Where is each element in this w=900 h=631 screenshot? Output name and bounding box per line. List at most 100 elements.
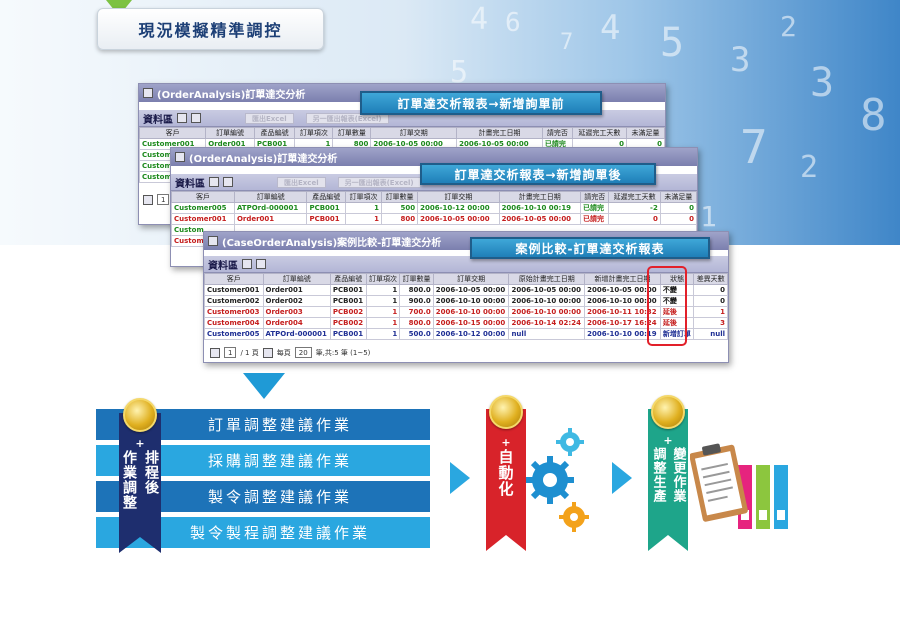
cell: 2006-10-10 00:00 <box>508 295 586 307</box>
cell: 1 <box>365 317 401 329</box>
expand-icon[interactable] <box>177 113 187 123</box>
col-header[interactable]: 訂單交期 <box>417 191 500 203</box>
col-header[interactable]: 計畫完工日期 <box>498 191 582 203</box>
cell: ATPOrd-000001 <box>262 328 331 340</box>
cell: 2006-10-12 00:00 <box>432 328 510 340</box>
cell: 700.0 <box>399 306 434 318</box>
cell: PCB002 <box>329 306 367 318</box>
cell: Order004 <box>262 317 331 329</box>
col-header[interactable]: 訂單項次 <box>294 127 334 139</box>
col-header[interactable]: 延遲完工天數 <box>608 191 661 203</box>
table-row[interactable]: Customer001 Order001 PCB001 1 800 2006-1… <box>171 213 697 225</box>
col-header[interactable]: 原始計畫完工日期 <box>508 273 586 285</box>
decor-digit: 6 <box>505 8 521 38</box>
collapse-icon[interactable] <box>256 259 266 269</box>
window-title: (OrderAnalysis)訂單達交分析 <box>157 89 306 101</box>
col-header[interactable]: 差異天數 <box>693 273 728 285</box>
col-header[interactable]: 訂單編號 <box>205 127 255 139</box>
cell: 2006-10-05 00:00 <box>498 213 582 225</box>
cell: 2006-10-10 00:00 <box>508 306 586 318</box>
cell: PCB001 <box>306 202 346 214</box>
decor-digit: 3 <box>730 40 751 80</box>
col-header[interactable]: 請完否 <box>580 191 610 203</box>
section-label: 資料區 <box>175 178 205 190</box>
col-header[interactable]: 訂單項次 <box>365 273 401 285</box>
cell: 0 <box>693 284 728 296</box>
pager-first-icon[interactable] <box>210 347 220 358</box>
col-header[interactable]: 訂單數量 <box>381 191 419 203</box>
cell: Customer002 <box>204 295 264 307</box>
ribbon-text: 自動化 <box>496 449 515 497</box>
cell: 已請完 <box>580 202 610 214</box>
col-header[interactable]: 客戶 <box>204 273 264 285</box>
cell: Order001 <box>262 284 331 296</box>
collapse-icon[interactable] <box>223 177 233 187</box>
cell: ATPOrd-000001 <box>233 202 308 214</box>
col-header[interactable]: 請完否 <box>541 127 573 139</box>
col-header[interactable]: 延遲完工天數 <box>571 127 627 139</box>
table-header-row: 客戶 訂單編號 產品編號 訂單項次 訂單數量 訂單交期 計畫完工日期 請完否 延… <box>171 191 697 203</box>
export-excel-button[interactable]: 匯出Excel <box>245 112 294 124</box>
medal-icon <box>651 395 685 429</box>
cell: 800.0 <box>399 284 434 296</box>
section-label: 資料區 <box>143 114 173 126</box>
col-header[interactable]: 訂單編號 <box>262 273 331 285</box>
table-header-row: 客戶 訂單編號 產品編號 訂單項次 訂單數量 訂單交期 計畫完工日期 請完否 延… <box>139 127 665 139</box>
window-title: (OrderAnalysis)訂單達交分析 <box>189 153 338 165</box>
cell: Order002 <box>262 295 331 307</box>
expand-icon[interactable] <box>209 177 219 187</box>
col-header[interactable]: 客戶 <box>139 127 207 139</box>
callout-before: 訂單達交析報表→新增詢單前 <box>360 91 602 115</box>
page-select[interactable]: 1 <box>157 194 170 205</box>
per-page-select[interactable]: 20 <box>294 347 312 358</box>
window-menu-icon[interactable] <box>175 152 185 162</box>
cell: Order003 <box>262 306 331 318</box>
col-header[interactable]: 訂單交期 <box>370 127 458 139</box>
cell: 2006-10-10 00:19 <box>498 202 582 214</box>
col-header[interactable]: 未滿足量 <box>659 191 697 203</box>
pager-first-icon[interactable] <box>143 194 153 205</box>
export-excel-button[interactable]: 匯出Excel <box>277 176 326 188</box>
col-header[interactable]: 客戶 <box>171 191 235 203</box>
ribbon-text: 變更作業 <box>670 447 686 503</box>
export-report-button[interactable]: 另一匯出報表(Excel) <box>337 176 421 188</box>
ribbon-text: 調整生產 <box>650 447 666 503</box>
col-header[interactable]: 產品編號 <box>253 127 296 139</box>
decor-digit: 2 <box>780 10 797 43</box>
collapse-icon[interactable] <box>191 113 201 123</box>
col-header[interactable]: 計畫完工日期 <box>456 127 543 139</box>
cell: Customer004 <box>204 317 264 329</box>
col-header[interactable]: 訂單數量 <box>332 127 372 139</box>
col-header[interactable]: 訂單編號 <box>233 191 308 203</box>
pager-partial: 1 <box>143 194 170 205</box>
page-count: / 1 頁 <box>240 348 259 357</box>
cell: 1 <box>365 284 401 296</box>
cell: 1 <box>344 202 383 214</box>
col-header[interactable]: 產品編號 <box>329 273 367 285</box>
col-header[interactable]: 訂單數量 <box>399 273 434 285</box>
cell: 800 <box>381 213 419 225</box>
clipboard-binders-icon <box>690 443 788 529</box>
window-menu-icon[interactable] <box>208 236 218 246</box>
window-menu-icon[interactable] <box>143 88 153 98</box>
window-title: (CaseOrderAnalysis)案例比較-訂單達交分析 <box>222 237 442 249</box>
cell: 900.0 <box>399 295 434 307</box>
page-select[interactable]: 1 <box>224 347 237 358</box>
cell: 2006-10-14 02:24 <box>508 317 586 329</box>
decor-digit: 7 <box>560 30 574 55</box>
cell: PCB001 <box>329 284 367 296</box>
cell: 2006-10-15 00:00 <box>432 317 510 329</box>
col-header[interactable]: 訂單交期 <box>432 273 510 285</box>
status-highlight <box>647 266 687 346</box>
col-header[interactable]: 訂單項次 <box>344 191 383 203</box>
expand-icon[interactable] <box>242 259 252 269</box>
cell: 1 <box>365 328 401 340</box>
col-header[interactable]: 產品編號 <box>306 191 346 203</box>
plus-sign: + <box>135 437 145 450</box>
table-row[interactable]: Customer005 ATPOrd-000001 PCB001 1 500 2… <box>171 202 697 214</box>
cell: 500 <box>381 202 419 214</box>
pager-next-icon[interactable] <box>262 347 273 358</box>
col-header[interactable]: 未滿足量 <box>625 127 665 139</box>
right-ribbon: + 變更作業 調整生產 <box>648 434 688 503</box>
per-page-label: 每頁 <box>276 348 291 357</box>
